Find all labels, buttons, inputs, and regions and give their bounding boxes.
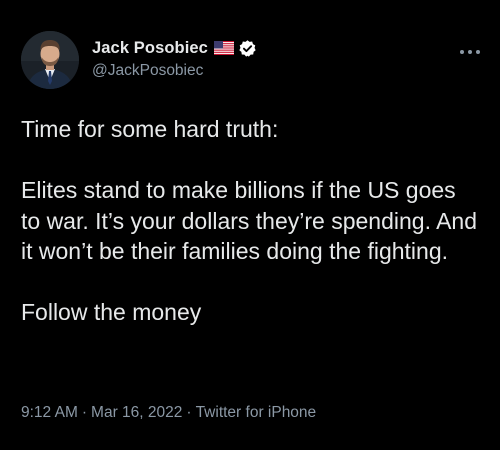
verified-badge-icon xyxy=(238,39,257,58)
tweet-paragraph-1: Time for some hard truth: xyxy=(21,116,279,142)
more-options-icon[interactable] xyxy=(459,43,481,54)
avatar-image xyxy=(21,31,79,89)
display-name-row: Jack Posobiec xyxy=(92,38,257,58)
display-name[interactable]: Jack Posobiec xyxy=(92,39,208,58)
tweet-paragraph-3: Follow the money xyxy=(21,299,202,325)
us-flag-icon xyxy=(213,41,234,55)
tweet-card: Jack Posobiec @JackPosobiec Time for som… xyxy=(0,0,500,450)
tweet-meta: 9:12 AM · Mar 16, 2022 · Twitter for iPhone xyxy=(21,404,316,422)
tweet-time[interactable]: 9:12 AM xyxy=(21,404,78,421)
meta-separator: · xyxy=(186,404,192,421)
tweet-text: Time for some hard truth: Elites stand t… xyxy=(21,114,481,328)
handle[interactable]: @JackPosobiec xyxy=(92,62,257,80)
author-block: Jack Posobiec @JackPosobiec xyxy=(92,38,257,80)
tweet-date[interactable]: Mar 16, 2022 xyxy=(91,404,182,421)
avatar[interactable] xyxy=(21,31,79,89)
tweet-paragraph-2: Elites stand to make billions if the US … xyxy=(21,177,478,264)
tweet-header: Jack Posobiec @JackPosobiec xyxy=(21,31,481,91)
tweet-source[interactable]: Twitter for iPhone xyxy=(196,404,317,421)
meta-separator: · xyxy=(81,404,88,421)
